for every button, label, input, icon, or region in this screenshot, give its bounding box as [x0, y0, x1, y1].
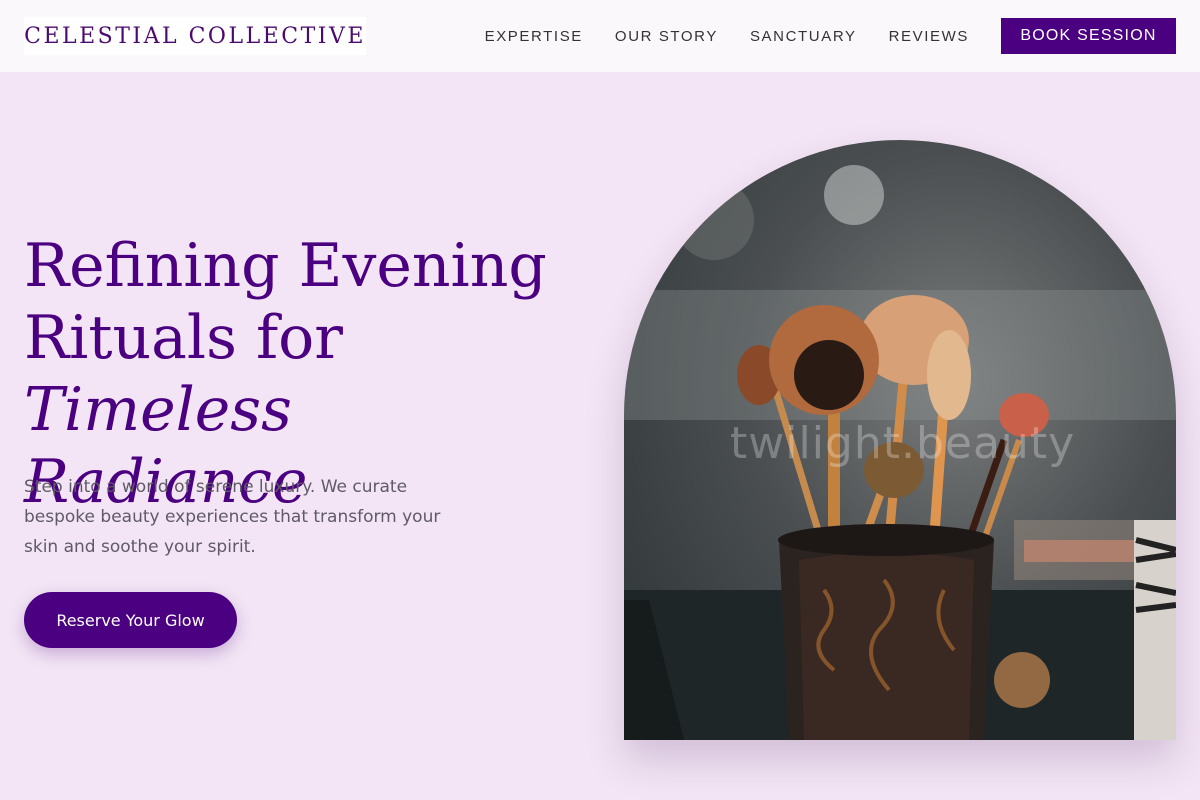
- image-watermark: twilight.beauty: [730, 418, 1076, 469]
- hero-image: twilight.beauty: [624, 140, 1176, 740]
- reserve-glow-button[interactable]: Reserve Your Glow: [24, 592, 237, 648]
- top-nav: CELESTIAL COLLECTIVE EXPERTISE OUR STORY…: [0, 0, 1200, 72]
- book-session-button[interactable]: BOOK SESSION: [1001, 18, 1176, 54]
- nav-link-expertise[interactable]: EXPERTISE: [485, 28, 583, 45]
- brand-logo[interactable]: CELESTIAL COLLECTIVE: [24, 17, 366, 55]
- nav-links: EXPERTISE OUR STORY SANCTUARY REVIEWS BO…: [453, 18, 1176, 54]
- hero-title-line2: Rituals for: [24, 303, 343, 373]
- hero-title-line1: Refining Evening: [24, 231, 547, 301]
- nav-link-sanctuary[interactable]: SANCTUARY: [750, 28, 857, 45]
- hero-subtitle: Step into a world of serene luxury. We c…: [24, 477, 441, 557]
- hero-title-italic-timeless: Timeless: [24, 375, 292, 445]
- nav-link-reviews[interactable]: REVIEWS: [889, 28, 969, 45]
- nav-link-our-story[interactable]: OUR STORY: [615, 28, 718, 45]
